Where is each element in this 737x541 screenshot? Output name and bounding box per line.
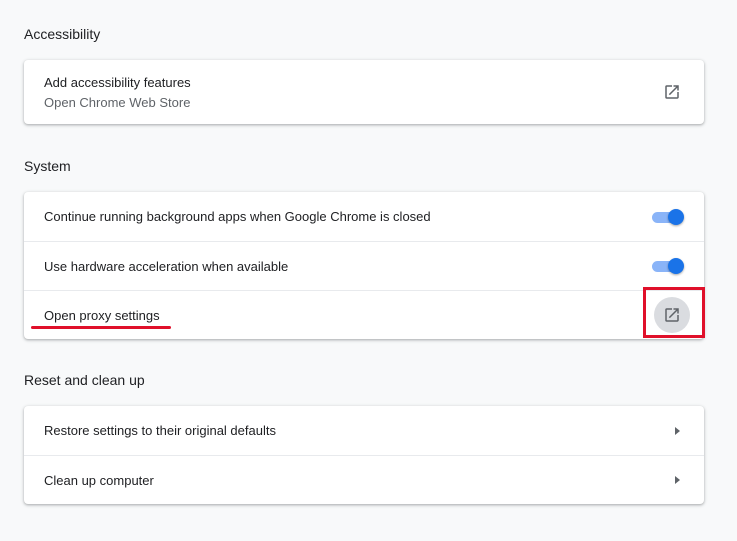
annotation-highlight-box [643,287,705,338]
open-proxy-settings-label: Open proxy settings [44,307,160,323]
open-in-new-icon [665,85,679,99]
hardware-acceleration-label: Use hardware acceleration when available [44,258,289,274]
arrow-right-icon [675,476,680,484]
background-apps-toggle[interactable] [652,208,684,225]
reset-card: Restore settings to their original defau… [24,406,704,504]
add-accessibility-features-label: Add accessibility features [44,74,191,90]
restore-defaults-row[interactable]: Restore settings to their original defau… [24,406,704,455]
hardware-acceleration-toggle[interactable] [652,258,684,274]
system-card: Continue running background apps when Go… [24,192,704,339]
hardware-acceleration-row[interactable]: Use hardware acceleration when available [24,241,704,290]
background-apps-row[interactable]: Continue running background apps when Go… [24,192,704,241]
toggle-knob [668,208,684,225]
annotation-underline [31,326,171,329]
clean-up-computer-row[interactable]: Clean up computer [24,455,704,504]
accessibility-card: Add accessibility features Open Chrome W… [24,60,704,124]
settings-page: Accessibility Add accessibility features… [0,0,737,541]
open-proxy-settings-row[interactable]: Open proxy settings [24,290,704,339]
reset-heading: Reset and clean up [24,372,145,388]
add-accessibility-features-button[interactable] [654,74,690,110]
restore-defaults-label: Restore settings to their original defau… [44,423,276,438]
open-chrome-web-store-label: Open Chrome Web Store [44,94,191,110]
clean-up-computer-label: Clean up computer [44,472,154,488]
add-accessibility-features-row[interactable]: Add accessibility features Open Chrome W… [24,60,704,124]
arrow-right-icon [675,426,680,435]
system-heading: System [24,158,71,174]
toggle-knob [668,258,684,274]
background-apps-label: Continue running background apps when Go… [44,209,431,224]
accessibility-heading: Accessibility [24,26,101,42]
